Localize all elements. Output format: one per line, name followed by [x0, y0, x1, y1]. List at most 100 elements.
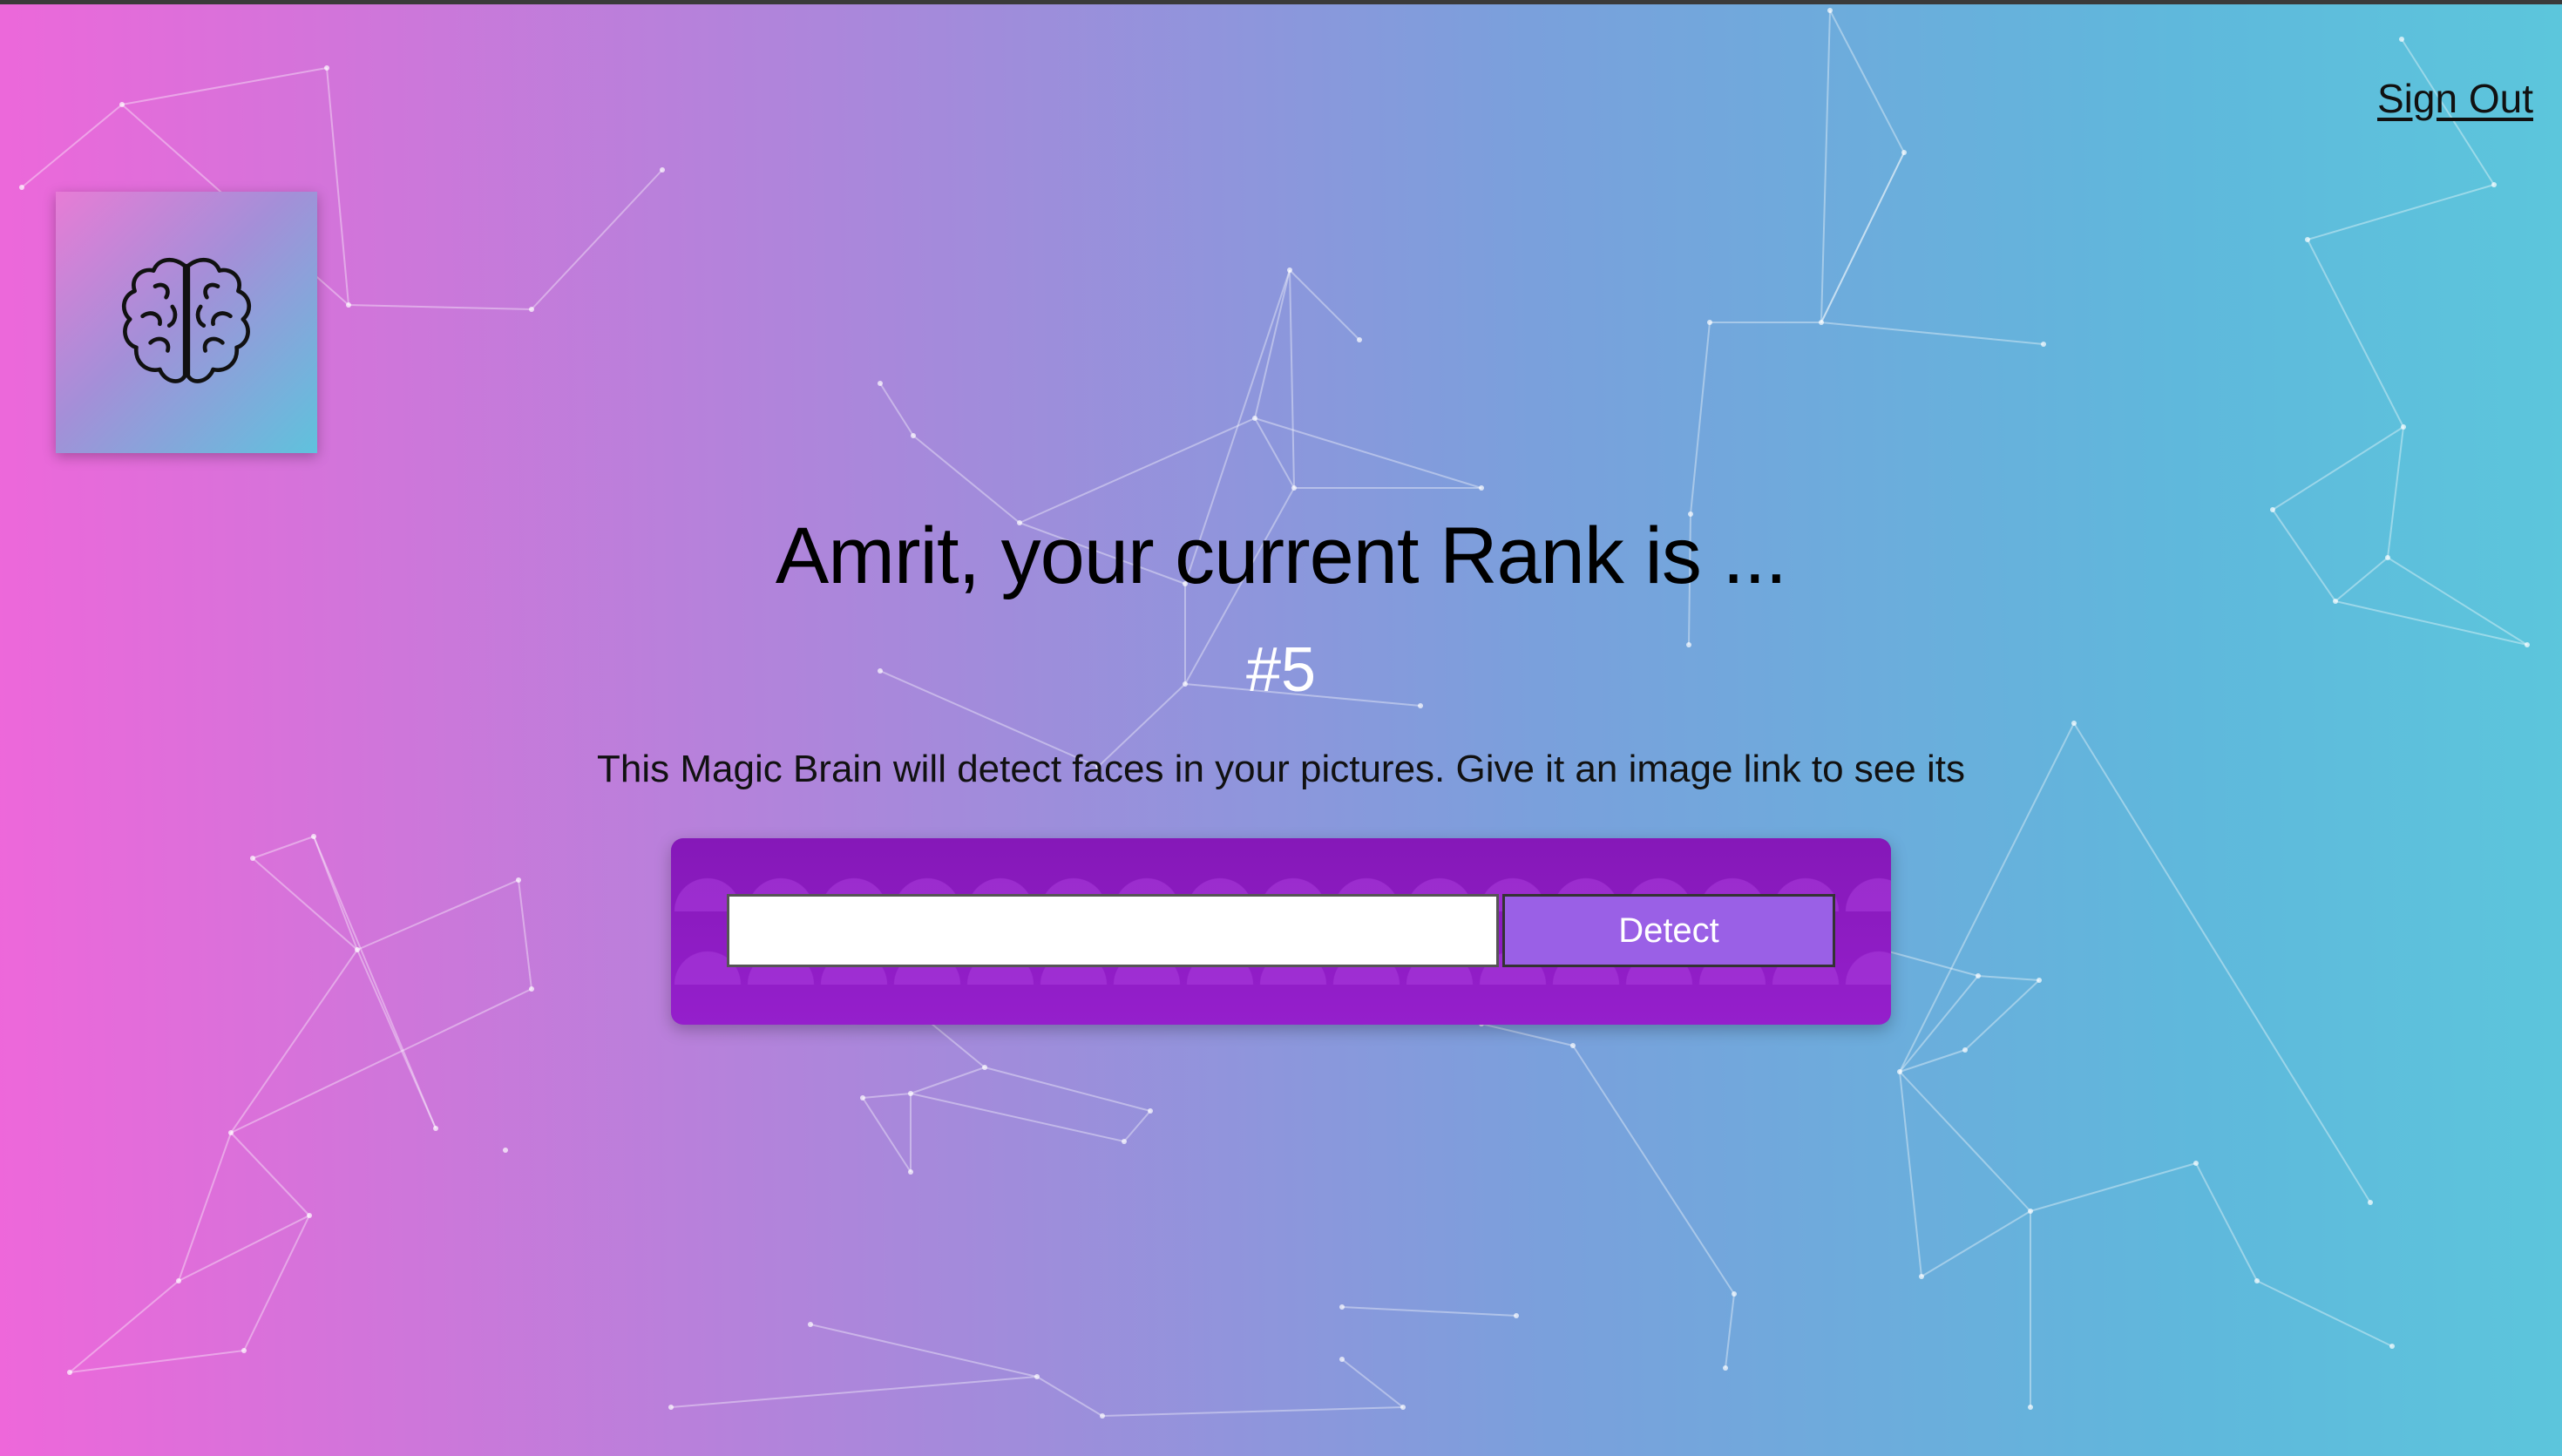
particle-node [516, 877, 521, 883]
particle-node [2037, 978, 2042, 983]
particle-link [531, 169, 663, 310]
particle-link [2256, 1280, 2393, 1347]
particle-node [1707, 320, 1712, 325]
particle-link [670, 1376, 1038, 1408]
particle-link [1481, 1023, 1574, 1046]
particle-node [2028, 1209, 2033, 1214]
particle-node [529, 986, 534, 992]
particle-link [1289, 269, 1360, 341]
particle-node [2071, 721, 2077, 726]
intro-text: This Magic Brain will detect faces in yo… [597, 748, 1965, 790]
particle-node [1919, 1274, 1924, 1279]
particle-node [176, 1278, 181, 1283]
particle-node [1291, 485, 1297, 491]
particle-node [1723, 1365, 1728, 1371]
particle-node [1339, 1304, 1345, 1310]
particle-link [2195, 1162, 2258, 1282]
particle-link [356, 879, 519, 951]
particle-node [1287, 267, 1292, 273]
particle-link [518, 879, 532, 990]
particle-node [808, 1322, 813, 1327]
particle-link [1820, 10, 1831, 323]
particle-link [1820, 152, 1905, 323]
particle-node [1400, 1405, 1406, 1410]
particle-link [862, 1093, 912, 1099]
particle-node [982, 1065, 987, 1070]
particle-node [1148, 1108, 1153, 1114]
particle-node [2401, 424, 2406, 430]
particle-node [2028, 1405, 2033, 1410]
particle-node [1252, 416, 1257, 421]
particle-node [119, 102, 125, 107]
particle-node [1339, 1357, 1345, 1362]
particle-link [1341, 1306, 1517, 1317]
particle-link [1341, 1358, 1404, 1408]
particle-node [2305, 237, 2310, 242]
particle-link [1254, 269, 1291, 419]
particle-node [324, 65, 329, 71]
particle-node [1962, 1047, 1968, 1053]
particle-node [860, 1095, 865, 1100]
particle-node [2193, 1161, 2199, 1166]
detect-button[interactable]: Detect [1502, 894, 1835, 967]
particle-link [1881, 949, 1979, 977]
particle-node [307, 1213, 312, 1218]
particle-link [810, 1324, 1038, 1378]
particle-link [121, 67, 328, 105]
particle-link [326, 67, 349, 306]
particle-node [241, 1348, 247, 1353]
particle-node [346, 302, 351, 308]
particle-node [908, 1091, 913, 1096]
particle-link [2307, 239, 2404, 428]
particle-node [19, 185, 24, 190]
rank-title: Amrit, your current Rank is ... [775, 511, 1787, 600]
particle-node [908, 1169, 913, 1175]
particle-link [1019, 417, 1256, 524]
particle-node [1901, 150, 1907, 155]
rank-value: #5 [1245, 635, 1317, 705]
particle-link [1690, 322, 1711, 515]
particle-link [2030, 1162, 2197, 1212]
particle-node [1100, 1413, 1105, 1419]
particle-link [21, 104, 123, 188]
particle-link [230, 988, 532, 1134]
particle-node [1897, 1069, 1902, 1074]
particle-link [252, 836, 315, 859]
particle-link [910, 1093, 1125, 1142]
particle-node [668, 1405, 674, 1410]
particle-node [1819, 320, 1824, 325]
particle-link [1977, 975, 2040, 981]
particle-node [1732, 1291, 1737, 1297]
brain-icon [122, 258, 251, 383]
particle-node [878, 381, 883, 386]
particle-link [69, 1280, 180, 1373]
particle-node [529, 307, 534, 312]
particle-node [355, 947, 360, 952]
particle-link [1725, 1293, 1735, 1369]
particle-link [1123, 1110, 1151, 1142]
particle-node [67, 1370, 72, 1375]
particle-node [250, 856, 255, 861]
particle-node [2491, 182, 2497, 187]
particle-link [1899, 1071, 2031, 1212]
image-url-input[interactable] [727, 894, 1499, 967]
particle-link [69, 1350, 245, 1373]
particle-node [2368, 1200, 2373, 1205]
particle-link [2073, 722, 2371, 1203]
particles-background [19, 8, 2530, 1419]
particle-link [1101, 1406, 1404, 1417]
particle-node [2254, 1278, 2260, 1283]
particle-node [1827, 8, 1833, 13]
particle-link [1964, 979, 2040, 1051]
particle-node [1357, 337, 1362, 342]
particle-link [230, 949, 358, 1134]
sign-out-link[interactable]: Sign Out [2377, 75, 2533, 122]
particle-link [1899, 975, 1979, 1073]
particle-link [862, 1097, 912, 1173]
particle-link [1820, 322, 2044, 345]
particle-node [2399, 37, 2404, 42]
particle-link [2307, 184, 2495, 240]
particle-link [1899, 1071, 1922, 1277]
particle-link [1572, 1045, 1735, 1295]
image-link-form: Detect [671, 838, 1891, 1025]
